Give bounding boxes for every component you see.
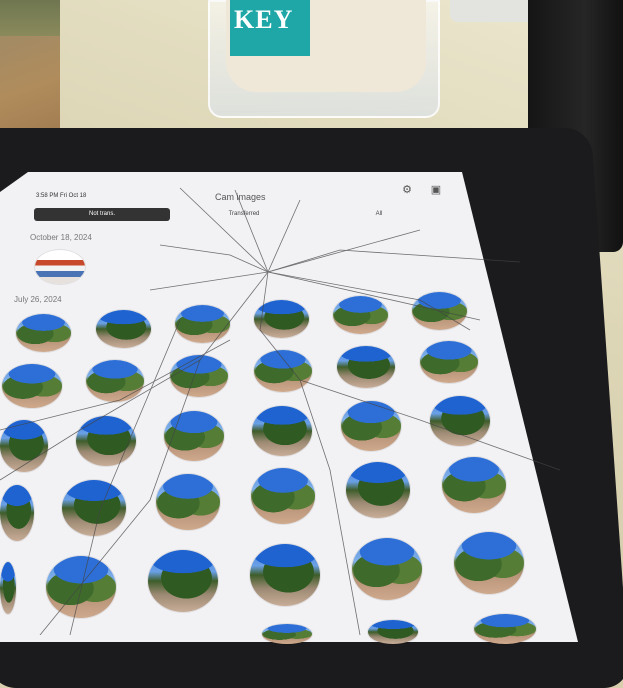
photo-thumbnail[interactable] bbox=[341, 401, 401, 451]
folder-icon[interactable]: ▣ bbox=[430, 184, 442, 196]
status-time: 3:58 PM Fri Oct 18 bbox=[36, 193, 87, 199]
filter-transferred[interactable]: Transferred bbox=[184, 208, 304, 221]
filter-all[interactable]: All bbox=[354, 208, 404, 221]
photo-thumbnail[interactable] bbox=[35, 250, 85, 284]
photo-thumbnail[interactable] bbox=[170, 355, 228, 397]
photo-thumbnail[interactable] bbox=[0, 485, 34, 541]
section-header: July 26, 2024 bbox=[14, 295, 62, 304]
page-title: Cam images bbox=[215, 192, 266, 202]
mug-label: KEY bbox=[230, 0, 310, 56]
photo-thumbnail[interactable] bbox=[420, 341, 478, 383]
section-header: October 18, 2024 bbox=[30, 233, 92, 242]
photo-thumbnail[interactable] bbox=[148, 550, 218, 612]
photo-thumbnail[interactable] bbox=[254, 300, 309, 338]
photo-thumbnail[interactable] bbox=[251, 468, 315, 524]
photo-thumbnail[interactable] bbox=[430, 396, 490, 446]
photo-thumbnail[interactable] bbox=[346, 462, 410, 518]
photo-thumbnail[interactable] bbox=[474, 614, 536, 644]
photo-thumbnail[interactable] bbox=[262, 624, 312, 644]
photo-thumbnail[interactable] bbox=[96, 310, 151, 348]
photo-thumbnail[interactable] bbox=[156, 474, 220, 530]
photo-thumbnail[interactable] bbox=[368, 620, 418, 644]
photo-thumbnail[interactable] bbox=[252, 406, 312, 456]
photo-thumbnail[interactable] bbox=[76, 416, 136, 466]
photo-thumbnail[interactable] bbox=[250, 544, 320, 606]
photo-thumbnail[interactable] bbox=[442, 457, 506, 513]
photo-thumbnail[interactable] bbox=[333, 296, 388, 334]
mug: KEY bbox=[226, 0, 426, 92]
photo-thumbnail[interactable] bbox=[2, 364, 62, 408]
photo-thumbnail[interactable] bbox=[0, 562, 16, 614]
photo-thumbnail[interactable] bbox=[16, 314, 71, 352]
photo-thumbnail[interactable] bbox=[46, 556, 116, 618]
photo-thumbnail[interactable] bbox=[0, 420, 48, 472]
filter-segmented-control[interactable]: Not trans. Transferred All bbox=[34, 208, 514, 222]
photo-thumbnail[interactable] bbox=[175, 305, 230, 343]
photo-thumbnail[interactable] bbox=[412, 292, 467, 330]
photo-thumbnail[interactable] bbox=[454, 532, 524, 594]
gear-icon[interactable]: ⚙ bbox=[401, 184, 413, 196]
photo-thumbnail[interactable] bbox=[164, 411, 224, 461]
photo-thumbnail[interactable] bbox=[337, 346, 395, 388]
photo-thumbnail[interactable] bbox=[352, 538, 422, 600]
filter-not-transferred[interactable]: Not trans. bbox=[34, 208, 170, 221]
photo-thumbnail[interactable] bbox=[254, 350, 312, 392]
photo-thumbnail[interactable] bbox=[62, 480, 126, 536]
photo-thumbnail[interactable] bbox=[86, 360, 144, 402]
